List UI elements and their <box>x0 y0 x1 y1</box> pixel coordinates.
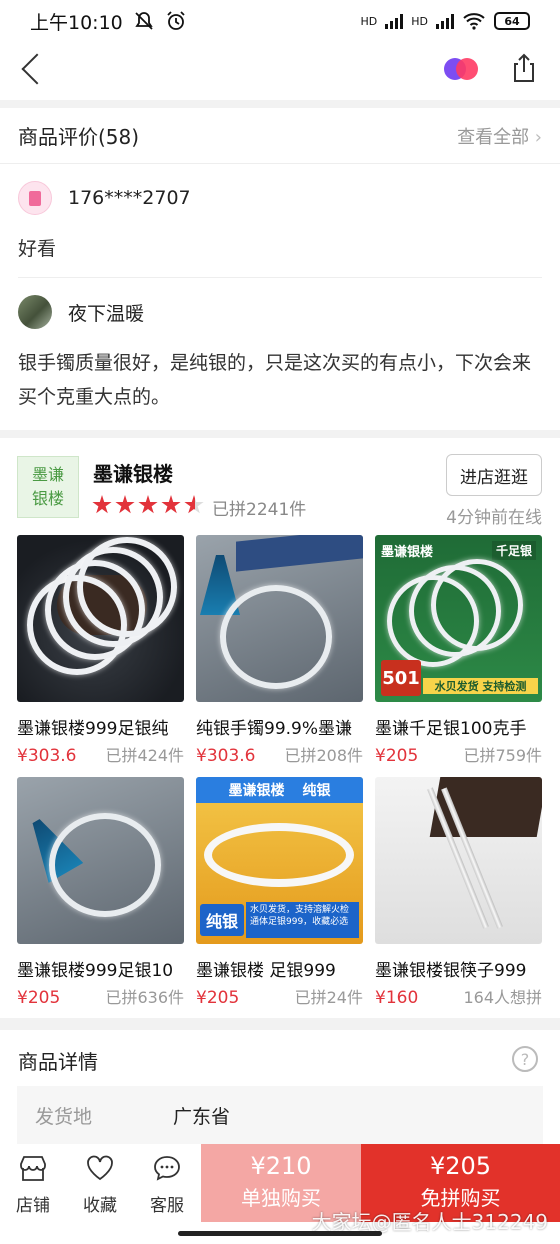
product-title: 纯银手镯99.9%墨谦 <box>196 719 353 736</box>
home-indicator[interactable] <box>178 1231 382 1236</box>
product-price: ¥303.6 <box>196 746 256 766</box>
product-card[interactable]: 墨谦银楼999足银10 ¥205 已拼636件 <box>17 777 184 1008</box>
product-price: ¥303.6 <box>17 746 77 766</box>
store-button[interactable]: 店铺 <box>7 1154 59 1216</box>
review-item: 夜下温暖 银手镯质量很好，是纯银的，只是这次买的有点小，下次会来买个克重大点的。 <box>0 278 560 414</box>
review-username: 176****2707 <box>68 187 191 209</box>
network-label-1: HD <box>360 14 378 28</box>
review-username: 夜下温暖 <box>68 302 145 325</box>
reviews-title: 商品评价(58) <box>18 125 140 149</box>
product-title: 墨谦银楼999足银10 <box>17 961 174 978</box>
store-icon <box>20 1156 46 1181</box>
product-image[interactable] <box>17 777 184 944</box>
favorite-button[interactable]: 收藏 <box>74 1154 126 1216</box>
shop-section: 墨谦 银楼 墨谦银楼 已拼2241件 进店逛逛 4分钟前在线 墨谦银楼999足银… <box>0 438 560 1018</box>
product-image[interactable] <box>17 535 184 702</box>
review-text: 好看 <box>18 238 57 260</box>
question-circle-icon[interactable]: ? <box>512 1046 538 1072</box>
nav-bar <box>0 42 560 100</box>
shop-logo[interactable]: 墨谦 银楼 <box>17 456 79 518</box>
view-all-link[interactable]: 查看全部 <box>457 123 542 149</box>
wifi-icon <box>463 13 485 30</box>
details-title: 商品详情 <box>18 1050 98 1074</box>
shop-online-status: 4分钟前在线 <box>446 508 542 528</box>
product-sold: 已拼208件 <box>284 746 363 765</box>
service-button[interactable]: 客服 <box>141 1154 193 1216</box>
reviews-header: 商品评价(58) 查看全部 <box>0 108 560 164</box>
product-title: 墨谦银楼银筷子999 <box>375 961 527 978</box>
product-price: ¥160 <box>375 988 419 1008</box>
network-label-2: HD <box>411 14 428 28</box>
single-price: ¥210 <box>250 1152 312 1180</box>
product-image[interactable] <box>196 535 363 702</box>
share-icon[interactable] <box>508 52 540 84</box>
review-text: 银手镯质量很好，是纯银的，只是这次买的有点小，下次会来买个克重大点的。 <box>18 352 532 408</box>
group-price: ¥205 <box>429 1152 492 1180</box>
signal-icon <box>385 13 404 29</box>
star-icon <box>115 495 135 514</box>
product-card[interactable]: 纯银手镯99.9%墨谦 ¥303.6 已拼208件 <box>196 535 363 766</box>
chat-icon <box>154 1156 180 1181</box>
battery-icon: 64 <box>494 12 530 30</box>
heart-icon <box>87 1155 113 1181</box>
mute-icon <box>135 12 153 30</box>
store-label: 店铺 <box>16 1196 50 1216</box>
product-sold: 已拼759件 <box>463 746 542 765</box>
service-label: 客服 <box>150 1196 184 1216</box>
product-sold: 已拼24件 <box>294 988 363 1007</box>
reviews-section: 商品评价(58) 查看全部 176****2707 好看 夜下温暖 银手镯质量很… <box>0 108 560 430</box>
star-icon <box>92 495 112 514</box>
product-title: 墨谦千足银100克手 <box>375 719 527 736</box>
overlapping-circles-icon[interactable] <box>444 56 480 80</box>
product-card[interactable]: 墨谦银楼 纯银 纯银 水贝发货，支持溶解火检 通体足银999，收藏必选 墨谦银楼 … <box>196 777 363 1008</box>
product-price: ¥205 <box>196 988 240 1008</box>
product-card[interactable]: 墨谦银楼银筷子999 ¥160 164人想拼 <box>375 777 542 1008</box>
shop-rating <box>92 495 204 515</box>
status-time: 上午10:10 <box>30 11 123 34</box>
product-sold: 已拼424件 <box>105 746 184 765</box>
product-sold: 164人想拼 <box>463 988 542 1007</box>
product-price: ¥205 <box>375 746 419 766</box>
product-image[interactable] <box>375 777 542 944</box>
shop-sold-count: 已拼2241件 <box>212 500 307 520</box>
review-item: 176****2707 好看 <box>18 164 542 278</box>
avatar <box>18 295 52 329</box>
shop-name[interactable]: 墨谦银楼 <box>93 458 173 487</box>
avatar <box>18 181 52 215</box>
visit-shop-button[interactable]: 进店逛逛 <box>446 454 542 496</box>
product-grid: 墨谦银楼999足银纯 ¥303.6 已拼424件 纯银手镯99.9%墨谦 ¥303… <box>17 535 543 1008</box>
product-card[interactable]: 墨谦银楼999足银纯 ¥303.6 已拼424件 <box>17 535 184 766</box>
star-half-icon <box>184 495 204 514</box>
signal-icon <box>436 13 454 29</box>
product-title: 墨谦银楼 足银999 <box>196 961 336 978</box>
ship-from-label: 发货地 <box>35 1105 93 1128</box>
product-price: ¥205 <box>17 988 61 1008</box>
details-section: 商品详情 ? 发货地 广东省 <box>0 1030 560 1144</box>
product-card[interactable]: 墨谦银楼 千足银 501 水贝发货 支持检测 墨谦千足银100克手 ¥205 已拼… <box>375 535 542 766</box>
star-icon <box>161 495 181 514</box>
chevron-left-icon[interactable] <box>21 53 53 85</box>
product-sold: 已拼636件 <box>105 988 184 1007</box>
favorite-label: 收藏 <box>83 1196 117 1216</box>
alarm-icon <box>167 11 185 30</box>
product-image[interactable]: 墨谦银楼 纯银 纯银 水贝发货，支持溶解火检 通体足银999，收藏必选 <box>196 777 363 944</box>
ship-from-value: 广东省 <box>173 1105 231 1128</box>
ship-from-row: 发货地 广东省 <box>17 1086 543 1144</box>
product-title: 墨谦银楼999足银纯 <box>17 719 169 736</box>
star-icon <box>138 495 158 514</box>
product-image[interactable]: 墨谦银楼 千足银 501 水贝发货 支持检测 <box>375 535 542 702</box>
status-bar: 上午10:10 HD HD 64 <box>0 0 560 42</box>
